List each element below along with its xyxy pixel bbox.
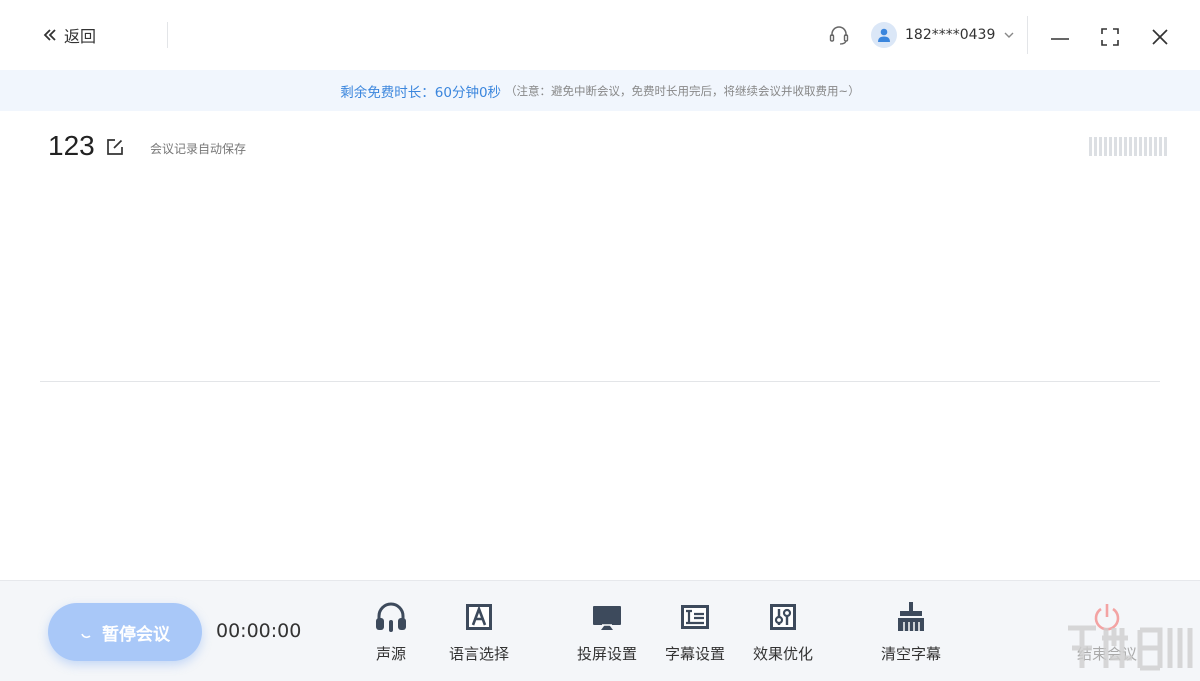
back-label: 返回 — [64, 23, 96, 47]
double-chevron-left-icon — [42, 27, 58, 43]
audio-source-label: 声源 — [346, 643, 436, 664]
effect-optimize-button[interactable]: 效果优化 — [738, 600, 828, 670]
language-select-button[interactable]: 语言选择 — [434, 600, 524, 670]
user-menu[interactable]: 182****0439 — [871, 22, 1015, 48]
notice-note: （注意：避免中断会议，免费时长用完后，将继续会议并收取费用~） — [505, 83, 860, 99]
pause-meeting-button[interactable]: 暂停会议 — [48, 603, 202, 661]
autosave-hint: 会议记录自动保存 — [150, 140, 246, 157]
equalizer-icon — [766, 600, 800, 634]
user-phone: 182****0439 — [905, 27, 995, 43]
subtitle-settings-label: 字幕设置 — [650, 643, 740, 664]
avatar — [871, 22, 897, 48]
subtitle-settings-button[interactable]: 字幕设置 — [650, 600, 740, 670]
chevron-down-icon — [1003, 29, 1015, 41]
title-bar — [0, 0, 1200, 70]
minimize-icon[interactable] — [1048, 25, 1072, 49]
broom-icon — [894, 600, 928, 634]
clear-subtitles-button[interactable]: 清空字幕 — [866, 600, 956, 670]
effect-optimize-label: 效果优化 — [738, 643, 828, 664]
audio-level-meter — [1089, 137, 1170, 156]
language-icon — [462, 600, 496, 634]
audio-source-button[interactable]: 声源 — [346, 600, 436, 670]
back-button[interactable]: 返回 — [42, 22, 96, 48]
meeting-title: 123 — [48, 130, 95, 162]
divider — [167, 22, 168, 48]
divider — [1027, 16, 1028, 54]
loading-spinner-icon — [80, 625, 94, 639]
headphones-icon — [374, 600, 408, 634]
screen-cast-settings-button[interactable]: 投屏设置 — [562, 600, 652, 670]
clear-subtitles-label: 清空字幕 — [866, 643, 956, 664]
site-watermark-logo — [1062, 618, 1198, 678]
content-divider — [40, 381, 1160, 382]
language-select-label: 语言选择 — [434, 643, 524, 664]
screen-cast-icon — [590, 600, 624, 634]
meeting-timer: 00:00:00 — [216, 620, 301, 642]
close-icon[interactable] — [1148, 25, 1172, 49]
edit-icon[interactable] — [106, 138, 124, 156]
subtitle-icon — [678, 600, 712, 634]
headset-support-icon[interactable] — [828, 24, 850, 46]
user-icon — [876, 27, 892, 43]
remaining-free-time: 剩余免费时长：60分钟0秒 — [340, 81, 501, 101]
free-time-notice: 剩余免费时长：60分钟0秒 （注意：避免中断会议，免费时长用完后，将继续会议并收… — [0, 70, 1200, 111]
screen-cast-settings-label: 投屏设置 — [562, 643, 652, 664]
pause-meeting-label: 暂停会议 — [102, 620, 170, 645]
maximize-icon[interactable] — [1098, 25, 1122, 49]
